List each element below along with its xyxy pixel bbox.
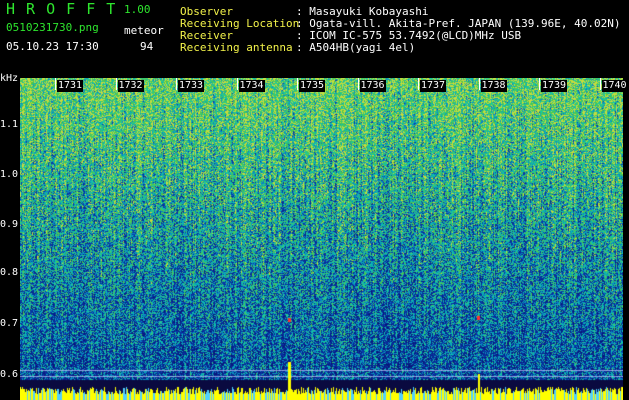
x-tick-label: 1738 xyxy=(480,80,507,92)
meteor-count: 94 xyxy=(140,40,154,53)
axis-unit-label: kHz xyxy=(0,73,19,84)
x-tick-label: 1737 xyxy=(420,80,447,92)
x-tick-mark xyxy=(418,78,419,90)
x-tick-mark xyxy=(478,78,480,90)
app-title: H R O F F T xyxy=(6,0,117,18)
x-tick-label: 1736 xyxy=(359,80,386,92)
y-tick-label: 0.8 xyxy=(0,267,19,278)
x-tick-label: 1739 xyxy=(541,80,568,92)
y-tick-label: 0.9 xyxy=(0,219,19,230)
file-name: 0510231730.png xyxy=(6,21,99,34)
antenna-value: : A504HB(yagi 4el) xyxy=(296,41,416,54)
meteor-label: meteor xyxy=(124,24,164,37)
spectrogram-image xyxy=(20,78,623,400)
date-time: 05.10.23 17:30 xyxy=(6,40,99,53)
y-tick-label: 1.0 xyxy=(0,169,19,180)
header-panel: H R O F F T 1.00 0510231730.png meteor 0… xyxy=(0,0,629,78)
y-tick-label: 0.7 xyxy=(0,318,19,329)
spectrogram-panel: 1731 1732 1733 1734 1735 1736 1737 1738 1739 1740 xyxy=(20,78,628,400)
x-tick-mark xyxy=(539,78,540,90)
x-tick-mark xyxy=(357,78,359,90)
x-tick-mark xyxy=(297,78,298,90)
x-tick-mark xyxy=(115,78,117,90)
x-tick-mark xyxy=(599,78,601,90)
x-tick-label: 1731 xyxy=(57,80,84,92)
antenna-label: Receiving antenna xyxy=(180,41,293,54)
x-tick-mark xyxy=(236,78,238,90)
y-tick-label: 0.6 xyxy=(0,369,19,380)
y-tick-label: 1.1 xyxy=(0,119,19,130)
x-tick-label: 1732 xyxy=(117,80,144,92)
x-tick-label: 1740 xyxy=(601,80,628,92)
x-tick-mark xyxy=(55,78,56,90)
x-tick-label: 1735 xyxy=(299,80,326,92)
app-version: 1.00 xyxy=(124,3,151,16)
x-tick-label: 1733 xyxy=(178,80,205,92)
x-tick-label: 1734 xyxy=(238,80,265,92)
x-tick-mark xyxy=(176,78,177,90)
